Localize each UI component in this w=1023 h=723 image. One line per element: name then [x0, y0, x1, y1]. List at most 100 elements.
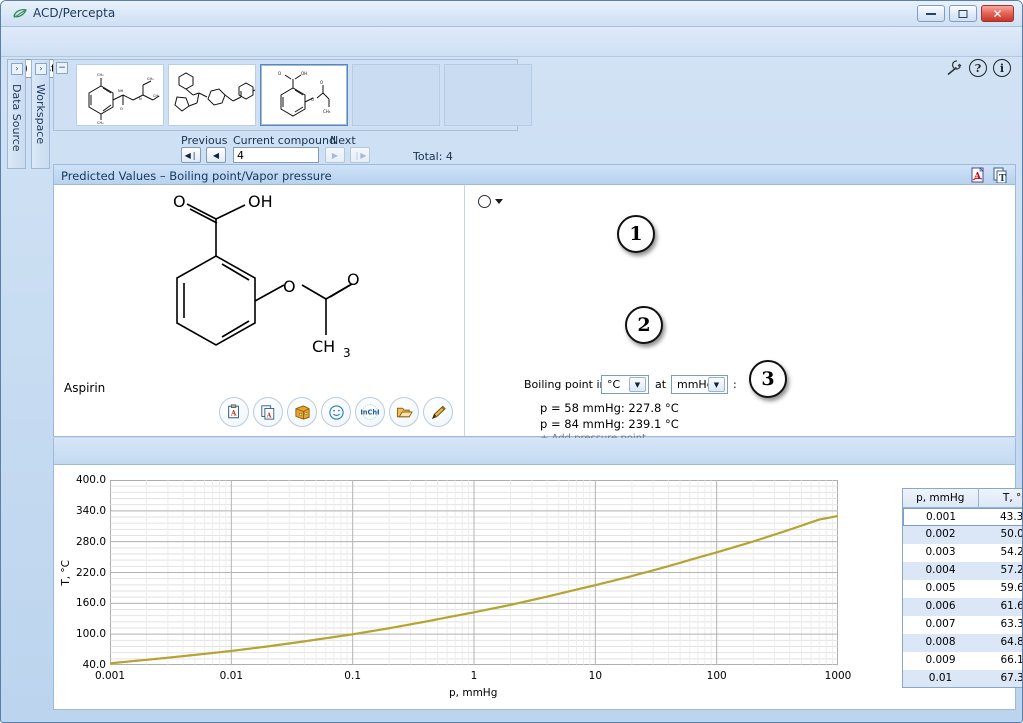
dictionary-book-icon[interactable] [287, 397, 317, 427]
maximize-button[interactable] [949, 5, 977, 22]
cell-pressure: 0.001 [925, 511, 957, 523]
expand-icon[interactable]: › [35, 63, 47, 75]
close-icon: ✕ [992, 6, 1003, 21]
sidebar-tab-label: Workspace [34, 84, 47, 145]
copy-as-text-icon[interactable]: T [993, 167, 1008, 183]
cell-temperature: 67.36 [1000, 672, 1022, 684]
boiling-point-colon: : [733, 378, 737, 391]
boiling-point-unit-dropdown[interactable]: °C ▼ [601, 375, 649, 394]
compound-thumbnail-2[interactable] [168, 64, 256, 126]
export-pdf-icon[interactable]: A [971, 167, 986, 183]
table-row[interactable]: 0.004 57.24 [903, 562, 1022, 580]
main-toolbar: History ▼ Boiling point/Vapor pressure ▼… [1, 27, 1022, 78]
table-row[interactable]: 0.007 63.33 [903, 616, 1022, 634]
boiling-point-pressure-unit-value: mmHg [677, 378, 708, 391]
svg-text:InChI: InChI [360, 409, 379, 417]
cell-temperature: 59.63 [1000, 582, 1022, 594]
svg-text:CH₃: CH₃ [147, 77, 154, 81]
atom-label-ch3: CH [312, 337, 335, 356]
help-icon[interactable]: ? [969, 59, 987, 77]
chart-x-tick-label: 0.01 [219, 670, 244, 682]
expand-icon[interactable]: › [11, 63, 23, 75]
chevron-down-icon: ▼ [708, 377, 725, 392]
structure-thumbnail-3: O OH O O CH₃ [278, 71, 331, 117]
cell-temperature: 57.24 [1000, 564, 1022, 576]
cell-pressure: 0.01 [928, 672, 953, 684]
cell-temperature: 63.33 [1000, 618, 1022, 630]
boiling-point-at-label: at [655, 378, 667, 391]
last-compound-button[interactable]: ❘▶ [350, 147, 370, 163]
smiles-icon[interactable] [321, 397, 351, 427]
chart-svg [110, 480, 838, 665]
paste-structure-icon[interactable]: A [219, 397, 249, 427]
previous-compound-button[interactable]: ◀ [206, 147, 226, 163]
compound-thumbnail-1[interactable]: CH₃ CH₃ NH O N CH₃ CH₃ [76, 64, 164, 126]
atom-label-oh: OH [248, 192, 273, 211]
first-compound-button[interactable]: ◀❘ [181, 147, 201, 163]
next-compound-button[interactable]: ▶ [325, 147, 345, 163]
current-compound-input[interactable] [233, 147, 319, 163]
copy-structure-icon[interactable]: A [253, 397, 283, 427]
cell-pressure: 0.006 [925, 600, 956, 612]
compound-thumbnail-3[interactable]: O OH O O CH₃ [260, 64, 348, 126]
svg-text:O: O [311, 97, 314, 102]
sidebar-tab-data-source[interactable]: › Data Source [7, 59, 26, 169]
chart-x-tick-label: 100 [706, 670, 727, 682]
collapse-panel-button[interactable]: − [56, 62, 68, 74]
cell-temperature: 54.21 [1000, 546, 1022, 558]
chart-x-tick-label: 10 [588, 670, 603, 682]
table-row[interactable]: 0.001 43.31 [903, 508, 1023, 526]
cell-temperature: 61.62 [1000, 600, 1022, 612]
table-row[interactable]: 0.002 50.08 [903, 526, 1022, 544]
table-body: 0.001 43.31 0.002 50.08 0.003 54.21 0.004 57.24… [903, 508, 1023, 687]
edit-structure-icon[interactable] [423, 397, 453, 427]
wrench-icon[interactable] [945, 60, 963, 76]
chart-x-axis-label: p, mmHg [449, 687, 498, 699]
cell-pressure: 0.003 [925, 546, 956, 558]
table-row[interactable]: 0.005 59.63 [903, 580, 1022, 598]
boiling-point-value-row: p = 58 mmHg: 227.8 °C [540, 401, 679, 415]
boiling-point-pressure-unit-dropdown[interactable]: mmHg ▼ [671, 375, 728, 394]
compound-thumbnail-4[interactable] [352, 64, 440, 126]
predicted-values-panel: O OH O O CH 3 Aspirin Boiling point in °… [53, 184, 1016, 583]
close-button[interactable]: ✕ [981, 5, 1014, 22]
open-file-icon[interactable] [389, 397, 419, 427]
atom-label-o-ester: O [283, 277, 296, 296]
structure-display-options-dropdown[interactable] [478, 194, 508, 208]
info-icon[interactable]: i [993, 59, 1011, 77]
cell-temperature: 43.31 [999, 511, 1023, 523]
circle-icon [478, 194, 491, 208]
chart-x-tick-label: 0.1 [344, 670, 362, 682]
table-row[interactable]: 0.006 61.62 [903, 598, 1022, 616]
atom-label-o-carbonyl: O [173, 192, 186, 211]
first-icon: ◀❘ [184, 150, 198, 160]
column-header-temperature: T, °C [1002, 492, 1022, 504]
inchi-icon[interactable]: InChI [355, 397, 385, 427]
structure-thumbnail-2 [174, 72, 255, 112]
chart-y-tick-label: 160.0 [75, 597, 106, 610]
svg-text:CH₃: CH₃ [323, 109, 331, 114]
previous-label: Previous [181, 134, 228, 147]
molecule-structure-aspirin: O OH O O CH 3 [173, 192, 360, 360]
title-bar: ACD/Percepta ✕ [1, 1, 1022, 27]
boiling-point-label: Boiling point in [524, 378, 607, 391]
previous-icon: ◀ [212, 150, 220, 160]
table-row[interactable]: 0.009 66.16 [903, 652, 1022, 670]
chart-y-tick-label: 100.0 [75, 628, 106, 641]
data-table: p, mmHg T, °C 0.001 43.31 0.002 50.08 0.003 5… [902, 488, 1023, 688]
atom-label-ch3-sub: 3 [343, 346, 351, 360]
chart-toolbar: Boiling point ▼ [53, 438, 1016, 464]
table-row[interactable]: 0.008 64.82 [903, 634, 1022, 652]
sidebar-tab-label: Data Source [10, 84, 23, 152]
sidebar-tab-workspace[interactable]: › Workspace [31, 59, 50, 169]
window-title: ACD/Percepta [33, 6, 116, 20]
table-row[interactable]: 0.003 54.21 [903, 544, 1022, 562]
current-compound-label: Current compound [233, 134, 336, 147]
table-row[interactable]: 0.01 67.36 [903, 670, 1022, 687]
next-icon: ▶ [331, 150, 339, 160]
chart-plot-area: 40.0 100.0 160.0 220.0 280.0 340.0 400.0 0.001… [76, 474, 851, 682]
compound-thumbnail-5[interactable] [444, 64, 532, 126]
callout-badge-3: 3 [749, 360, 787, 398]
minimize-button[interactable] [917, 5, 945, 22]
svg-text:A: A [230, 409, 237, 418]
